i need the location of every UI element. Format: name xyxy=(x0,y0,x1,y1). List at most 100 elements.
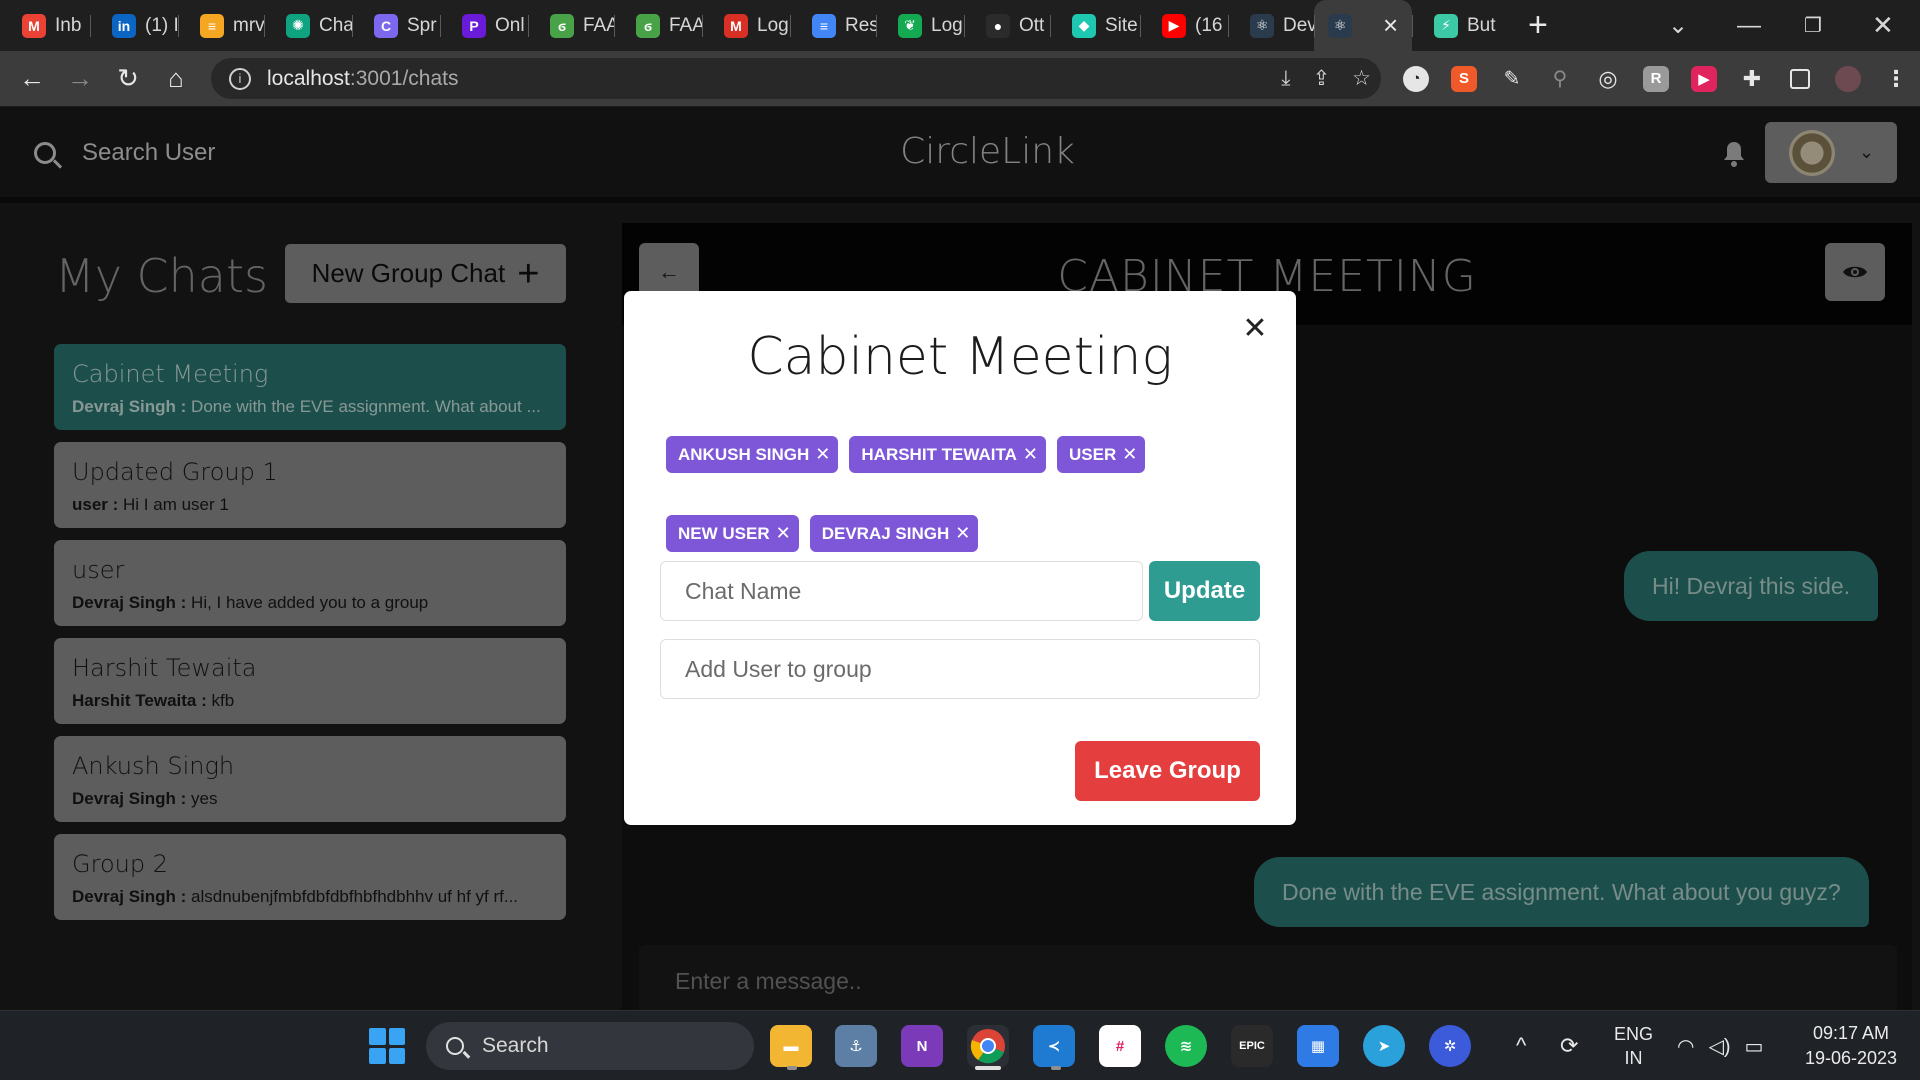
profile-avatar-icon[interactable] xyxy=(1824,51,1872,106)
browser-tab[interactable]: ❦ Log xyxy=(876,0,964,51)
wifi-icon: ◠ xyxy=(1677,1035,1695,1058)
close-window-icon[interactable]: ✕ xyxy=(1872,0,1894,51)
system-tray[interactable]: ◠ ◁) ▭ xyxy=(1677,1011,1763,1080)
extension-target-icon[interactable]: ◎ xyxy=(1584,51,1632,106)
browser-tab-label: Cha xyxy=(319,14,352,36)
tab-search-icon[interactable]: ⌄ xyxy=(1668,0,1688,51)
browser-tab[interactable]: ϭ FAA xyxy=(614,0,702,51)
browser-tab[interactable]: in (1) I xyxy=(90,0,178,51)
browser-tab[interactable]: ⚛ × xyxy=(1314,0,1412,51)
docs-icon: ≡ xyxy=(812,13,836,38)
close-icon[interactable]: ✕ xyxy=(1240,312,1270,345)
chrome-icon[interactable] xyxy=(967,1025,1009,1067)
browser-tab-label: mrv xyxy=(233,14,264,36)
url-path: :3001/chats xyxy=(349,66,459,90)
extensions-puzzle-icon[interactable]: ✚ xyxy=(1728,51,1776,106)
side-panel-icon[interactable] xyxy=(1776,51,1824,106)
language-indicator[interactable]: ENG IN xyxy=(1614,1011,1653,1080)
browser-tab[interactable]: C Spr xyxy=(352,0,440,51)
vscode-icon[interactable]: ≺ xyxy=(1033,1025,1075,1067)
share-icon[interactable]: ⇪ xyxy=(1313,66,1331,91)
windows-taskbar: Search ▬ ⚓ N ≺ # ≋ EPIC ▦ ➤ ✲ ^ ⟳ ENG IN… xyxy=(0,1010,1920,1080)
install-app-icon[interactable]: ⤓ xyxy=(1281,67,1290,91)
clock[interactable]: 09:17 AM 19-06-2023 xyxy=(1796,1021,1906,1071)
restore-icon[interactable]: ❐ xyxy=(1804,0,1822,51)
extension-play-icon[interactable]: ▶ xyxy=(1680,51,1728,106)
browser-tab[interactable]: M Log xyxy=(702,0,790,51)
update-button[interactable]: Update xyxy=(1149,561,1260,621)
windows-start-icon[interactable] xyxy=(369,1028,405,1064)
browser-menu-icon[interactable]: ⋮ xyxy=(1872,51,1920,106)
browser-tab[interactable]: ≡ mrv xyxy=(178,0,264,51)
reload-icon[interactable]: ↻ xyxy=(104,63,152,94)
browser-tab[interactable]: ● Ott xyxy=(964,0,1050,51)
gmail-icon: M xyxy=(22,13,46,38)
remove-member-icon[interactable]: ✕ xyxy=(776,523,791,544)
browser-tab-label: Spr xyxy=(407,14,437,36)
extension-s-icon[interactable]: S xyxy=(1440,51,1488,106)
home-icon[interactable]: ⌂ xyxy=(152,63,200,94)
member-name: HARSHIT TEWAITA xyxy=(861,444,1017,464)
remove-member-icon[interactable]: ✕ xyxy=(1023,444,1038,465)
member-name: NEW USER xyxy=(678,523,770,543)
browser-tab[interactable]: ⚛ Dev xyxy=(1228,0,1314,51)
address-bar[interactable]: i localhost:3001/chats ⤓ ⇪ ☆ xyxy=(211,58,1381,99)
site-icon: ≡ xyxy=(200,13,224,38)
site-info-icon[interactable]: i xyxy=(229,67,251,90)
bookmark-star-icon[interactable]: ☆ xyxy=(1352,66,1371,91)
clickup-icon: C xyxy=(374,13,398,38)
browser-tab-label: Onl xyxy=(495,14,525,36)
extension-r-icon[interactable]: R xyxy=(1632,51,1680,106)
member-tag: DEVRAJ SINGH ✕ xyxy=(809,515,979,552)
browser-tab[interactable]: ≡ Res xyxy=(790,0,876,51)
back-arrow-icon[interactable]: ← xyxy=(8,63,56,94)
site-icon: ⚡ xyxy=(1434,13,1458,38)
chat-name-input[interactable]: Chat Name xyxy=(660,561,1143,621)
minimize-icon[interactable]: — xyxy=(1737,0,1761,51)
clock-time: 09:17 AM xyxy=(1812,1023,1890,1043)
member-tag: HARSHIT TEWAITA ✕ xyxy=(849,436,1046,473)
browser-tab[interactable]: ✺ Cha xyxy=(264,0,352,51)
browser-tab-label: FAA xyxy=(583,14,614,36)
mongodb-icon: ϭ xyxy=(636,13,660,38)
taskbar-search-label: Search xyxy=(482,1034,549,1057)
leave-group-button[interactable]: Leave Group xyxy=(1075,741,1260,801)
remove-member-icon[interactable]: ✕ xyxy=(815,444,830,465)
chevron-up-icon[interactable]: ^ xyxy=(1516,1011,1526,1080)
taskbar-search[interactable]: Search xyxy=(426,1022,754,1070)
extension-pen-icon[interactable]: ✎ xyxy=(1488,51,1536,106)
browser-tab[interactable]: M Inb xyxy=(0,0,90,51)
remove-member-icon[interactable]: ✕ xyxy=(955,523,970,544)
spotify-icon[interactable]: ≋ xyxy=(1165,1025,1207,1067)
browser-tab[interactable]: P Onl xyxy=(440,0,528,51)
extension-speed-icon[interactable]: ◔ xyxy=(1392,51,1440,106)
new-tab-icon[interactable]: + xyxy=(1528,6,1548,45)
add-user-input[interactable]: Add User to group xyxy=(660,639,1260,699)
browser-tab[interactable]: ▶ (16 xyxy=(1140,0,1228,51)
browser-tab-label: But xyxy=(1467,14,1496,36)
browser-tab[interactable]: ⚡ But xyxy=(1412,0,1500,51)
forward-arrow-icon[interactable]: → xyxy=(56,63,104,94)
clock-date: 19-06-2023 xyxy=(1804,1048,1898,1068)
sync-icon[interactable]: ⟳ xyxy=(1560,1011,1578,1080)
slack-icon[interactable]: # xyxy=(1099,1025,1141,1067)
github-icon: ● xyxy=(986,13,1010,38)
remove-member-icon[interactable]: ✕ xyxy=(1122,444,1137,465)
close-tab-icon[interactable]: × xyxy=(1383,10,1398,41)
calendar-icon[interactable]: ▦ xyxy=(1297,1025,1339,1067)
browser-toolbar: ← → ↻ ⌂ i localhost:3001/chats ⤓ ⇪ ☆ ◔ S… xyxy=(0,51,1920,106)
onenote-icon[interactable]: N xyxy=(901,1025,943,1067)
site-icon: P xyxy=(462,13,486,38)
extension-pin-icon[interactable]: ⚲ xyxy=(1536,51,1584,106)
app-icon[interactable]: ✲ xyxy=(1429,1025,1471,1067)
browser-tab-label: Log xyxy=(757,14,789,36)
browser-tab[interactable]: ◆ Site xyxy=(1050,0,1140,51)
telegram-icon[interactable]: ➤ xyxy=(1363,1025,1405,1067)
epic-games-icon[interactable]: EPIC xyxy=(1231,1025,1273,1067)
mysql-workbench-icon[interactable]: ⚓ xyxy=(835,1025,877,1067)
member-name: USER xyxy=(1069,444,1117,464)
volume-icon: ◁) xyxy=(1708,1035,1731,1058)
member-tag: NEW USER ✕ xyxy=(666,515,799,552)
file-explorer-icon[interactable]: ▬ xyxy=(770,1025,812,1067)
browser-tab[interactable]: ϭ FAA xyxy=(528,0,614,51)
